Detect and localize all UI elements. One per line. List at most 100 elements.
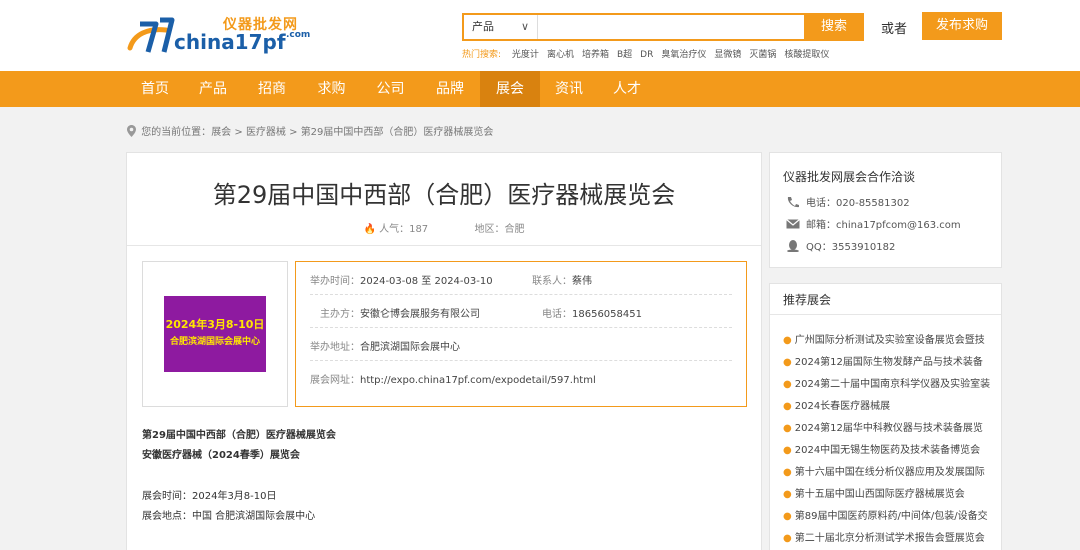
recommended-expo-link[interactable]: 2024第12届国际生物发酵产品与技术装备 [795,357,983,368]
contact-value: 蔡伟 [572,276,592,287]
divider [127,245,761,246]
contact-phone-text: 电话：020-85581302 [806,198,910,209]
contact-email-text: 邮箱：china17pfcom@163.com [806,220,961,231]
recommended-expo-item[interactable]: ● 2024第12届华中科教仪器与技术装备展览 [783,419,995,434]
nav-item[interactable]: 首页 [126,71,184,107]
info-row-address: 举办地址：合肥滨湖国际会展中心 [310,338,460,353]
search-button[interactable]: 搜索 [804,13,864,41]
hot-search-link[interactable]: 光度计 [512,50,539,60]
recommended-expo-item[interactable]: ● 2024第12届国际生物发酵产品与技术装备 [783,353,995,368]
breadcrumb-separator: > [285,127,301,138]
search-category-value: 产品 [472,20,494,33]
nav-item[interactable]: 求购 [302,71,361,107]
recommended-expo-item[interactable]: ● 第十五届中国山西国际医疗器械展览会 [783,485,995,500]
hot-search-link[interactable]: 臭氧治疗仪 [661,50,706,60]
breadcrumb-separator: > [231,127,246,138]
bullet-icon: ● [783,445,792,456]
qq-icon [787,240,799,252]
hot-search-link[interactable]: 显微镜 [714,50,741,60]
recommended-expo-link[interactable]: 2024第二十届中国南京科学仪器及实验室装 [795,379,990,390]
publish-request-button[interactable]: 发布求购 [922,12,1002,40]
info-row-url: 展会网址：http://expo.china17pf.com/expodetai… [310,371,596,386]
bullet-icon: ● [783,335,792,346]
nav-item[interactable]: 展会 [480,71,540,107]
bullet-icon: ● [783,357,792,368]
nav-item[interactable]: 产品 [184,71,242,107]
hot-searches-label: 热门搜索: [462,50,502,60]
or-text: 或者 [881,22,908,37]
main-nav: 首页 产品 招商 求购 公司 品牌 展会 资讯 人才 [0,71,1080,107]
info-row-organizer: 主办方：安徽仑博会展服务有限公司 [320,305,480,320]
dashed-divider [310,294,732,295]
info-row-time: 举办时间：2024-03-08 至 2024-03-10 [310,272,493,287]
recommended-expo-item[interactable]: ● 2024第二十届中国南京科学仪器及实验室装 [783,375,995,390]
hot-search-link[interactable]: 离心机 [547,50,574,60]
phone-label: 电话： [542,309,572,320]
breadcrumb: 您的当前位置：展会 > 医疗器械 > 第29届中国中西部（合肥）医疗器械展览会 [127,123,493,138]
page-title: 第29届中国中西部（合肥）医疗器械展览会 [212,181,676,209]
fire-icon: 🔥 [363,224,376,235]
expo-url-link[interactable]: http://expo.china17pf.com/expodetail/597… [360,375,596,386]
nav-item[interactable]: 人才 [598,71,656,107]
hot-search-link[interactable]: DR [640,50,653,60]
recommended-expo-item[interactable]: ● 第二十届北京分析测试学术报告会暨展览会 [783,529,995,544]
nav-item[interactable]: 公司 [361,71,420,107]
time-value: 2024-03-08 至 2024-03-10 [360,276,493,287]
search-category-select[interactable]: 产品 ∨ [464,15,538,39]
popularity-label: 人气： [379,224,410,235]
recommended-expo-link[interactable]: 第十六届中国在线分析仪器应用及发展国际 [795,467,985,478]
expo-poster-image[interactable]: 2024年3月8-10日 合肥滨湖国际会展中心 [164,296,266,372]
info-row-contact: 联系人：蔡伟 [532,272,592,287]
dashed-divider [310,360,732,361]
hot-searches: 热门搜索: 光度计 离心机 培养箱 B超 DR 臭氧治疗仪 显微镜 灭菌锅 核酸提取仪 [462,47,837,60]
recommended-expo-item[interactable]: ● 2024长春医疗器械展 [783,397,995,412]
contact-label: 联系人： [532,276,572,287]
recommended-title: 推荐展会 [783,293,832,307]
bullet-icon: ● [783,467,792,478]
nav-item[interactable]: 招商 [242,71,302,107]
body-heading-1: 第29届中国中西部（合肥）医疗器械展览会 [142,430,336,441]
url-label: 展会网址： [310,375,360,386]
bullet-icon: ● [783,423,792,434]
organizer-value: 安徽仑博会展服务有限公司 [360,309,480,320]
recommended-expo-link[interactable]: 2024第12届华中科教仪器与技术装备展览 [795,423,983,434]
recommended-expo-link[interactable]: 2024中国无锡生物医药及技术装备博览会 [795,445,980,456]
hot-search-link[interactable]: 灭菌锅 [749,50,776,60]
expo-poster-frame: 2024年3月8-10日 合肥滨湖国际会展中心 [142,261,288,407]
body-expo-place: 展会地点：中国 合肥滨湖国际会展中心 [142,511,316,522]
search-bar: 产品 ∨ 搜索 [462,13,864,41]
nav-item[interactable]: 品牌 [420,71,480,107]
nav-item[interactable]: 资讯 [540,71,598,107]
breadcrumb-link-expo[interactable]: 展会 [211,127,231,138]
recommended-expo-item[interactable]: ● 第89届中国医药原料药/中间体/包装/设备交 [783,507,995,522]
recommended-expo-link[interactable]: 2024长春医疗器械展 [795,401,890,412]
chevron-down-icon: ∨ [520,20,529,33]
recommended-expo-link[interactable]: 第89届中国医药原料药/中间体/包装/设备交 [795,511,988,522]
recommended-expo-link[interactable]: 广州国际分析测试及实验室设备展览会暨技 [795,335,985,346]
recommended-expos-panel: 推荐展会 ● 广州国际分析测试及实验室设备展览会暨技 ● 2024第12届国际生物发酵… [769,283,1002,550]
contact-qq: QQ：3553910182 [786,238,895,253]
recommended-expo-item[interactable]: ● 第十六届中国在线分析仪器应用及发展国际 [783,463,995,478]
recommended-expo-item[interactable]: ● 广州国际分析测试及实验室设备展览会暨技 [783,331,995,346]
recommended-expo-item[interactable]: ● 2024中国无锡生物医药及技术装备博览会 [783,441,995,456]
hot-search-link[interactable]: B超 [617,50,632,60]
bullet-icon: ● [783,511,792,522]
site-logo[interactable]: 仪器批发网 china17pf .com [126,12,316,58]
recommended-expo-link[interactable]: 第十五届中国山西国际医疗器械展览会 [795,489,965,500]
popularity-value: 187 [409,224,429,235]
recommended-expo-link[interactable]: 第二十届北京分析测试学术报告会暨展览会 [795,533,985,544]
breadcrumb-link-medical[interactable]: 医疗器械 [246,127,286,138]
hot-search-link[interactable]: 培养箱 [582,50,609,60]
breadcrumb-label: 您的当前位置： [141,127,212,138]
bullet-icon: ● [783,489,792,500]
search-input[interactable] [540,15,804,39]
info-row-phone: 电话：18656058451 [542,305,642,320]
divider [770,314,1001,315]
cooperation-title: 仪器批发网展会合作洽谈 [783,170,916,184]
address-label: 举办地址： [310,342,360,353]
contact-qq-text: QQ：3553910182 [806,242,896,253]
bullet-icon: ● [783,401,792,412]
address-value: 合肥滨湖国际会展中心 [360,342,460,353]
hot-search-link[interactable]: 核酸提取仪 [784,50,829,60]
site-header: 仪器批发网 china17pf .com 产品 ∨ 搜索 热门搜索: 光度计 离心… [0,0,1080,71]
